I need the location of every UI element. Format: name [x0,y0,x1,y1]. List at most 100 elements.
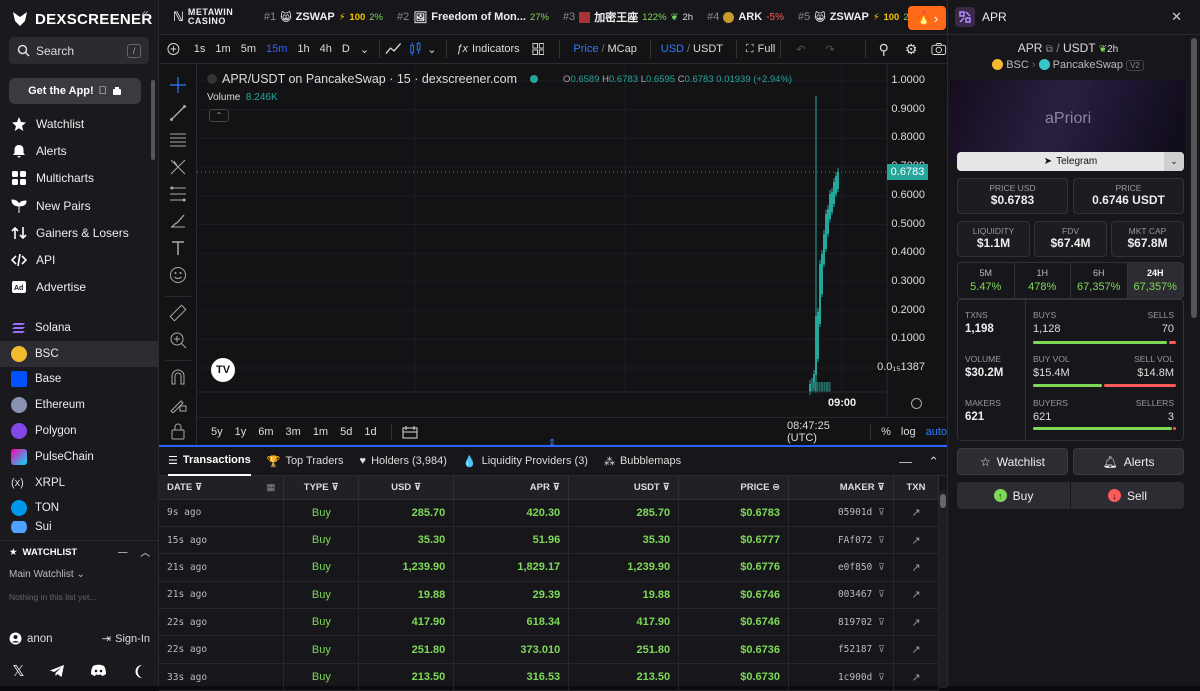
alerts-button[interactable]: 🔔︎ Alerts [1073,448,1184,475]
table-row[interactable]: 9s ago Buy 285.70 420.30 285.70 $0.6783 05901d… [159,499,940,527]
panel-scrollbar[interactable] [1190,36,1198,686]
ticker-item-3[interactable]: #3 加密王座 122% ❦ 2h [556,9,700,25]
external-link-icon[interactable]: ↗ [911,507,920,519]
search-button[interactable]: Search / [9,37,149,64]
chart-canvas[interactable] [197,64,947,417]
chain-sui[interactable]: Sui [0,521,159,534]
filter-icon[interactable]: ⊽ [872,644,885,655]
tab-bubblemaps[interactable]: ⁂ Bubblemaps [604,455,681,468]
cell-value[interactable]: e0f850 [838,562,872,573]
cell-value[interactable]: 05901d [838,507,872,518]
timeframe-d[interactable]: D [337,43,355,55]
get-app-button[interactable]: Get the App!  [9,78,141,104]
cell-value[interactable]: 1c900d [838,672,872,683]
timeframe-1m[interactable]: 1m [210,43,235,55]
filter-icon[interactable]: ⊽ [331,482,339,493]
timeframe-1h[interactable]: 1h [292,43,314,55]
ticker-item-4[interactable]: #4 ARK -5% [700,11,791,23]
trending-button[interactable]: 🔥 › [908,6,946,30]
cell-value[interactable]: FAf072 [838,535,872,546]
external-link-icon[interactable]: ↗ [911,617,920,629]
header-price[interactable]: PRICE ⊜ [678,476,790,500]
telegram-button[interactable]: ➤ Telegram ⌄ [957,152,1184,171]
chart-type-dropdown-icon[interactable]: ⌄ [422,43,441,56]
sidebar-item-multicharts[interactable]: Multicharts [0,165,159,192]
filter-icon[interactable]: ⊽ [872,672,885,683]
emoji-icon[interactable] [169,266,187,284]
chain-name[interactable]: BSC [1006,59,1029,71]
sign-in-button[interactable]: ⇥ Sign-In [102,632,150,646]
range-5y[interactable]: 5y [197,426,223,438]
mcap-toggle[interactable]: MCap [605,43,645,55]
filter-icon[interactable]: ⊽ [414,482,422,493]
chain-ethereum[interactable]: Ethereum [0,392,159,418]
zoom-search-icon[interactable]: ⚲ [871,41,897,58]
watchlist-button[interactable]: ☆ Watchlist [957,448,1068,475]
cell-value[interactable]: 819702 [838,617,872,628]
usdt-toggle[interactable]: USDT [690,43,731,55]
range-3m[interactable]: 3m [274,426,301,438]
timeframe-15m[interactable]: 15m [261,43,292,55]
undo-icon[interactable]: ↶ [786,43,815,56]
price-chart[interactable]: APR/USDT on PancakeSwap · 15 · dexscreen… [197,64,947,445]
collapse-legend-icon[interactable]: ⌃ [209,109,229,122]
external-link-icon[interactable]: ↗ [911,672,920,684]
discord-icon[interactable] [90,664,107,678]
table-scrollbar[interactable] [939,490,947,688]
scroll-thumb[interactable] [1191,38,1197,318]
metawin-ad[interactable]: ℕ METAWIN CASINO [159,8,257,26]
chain-solana[interactable]: Solana [0,315,159,341]
dexscreener-logo[interactable]: DEXSCREENER [10,9,153,29]
lock-icon[interactable] [169,422,187,440]
usd-toggle[interactable]: USD [656,43,687,55]
filter-icon[interactable]: ⊽ [872,617,885,628]
chain-bsc[interactable]: BSC [0,340,159,367]
chain-xrpl[interactable]: (x) XRPL [0,470,159,496]
price-currency-icon[interactable]: ⊜ [772,482,780,493]
x-twitter-icon[interactable]: 𝕏 [12,662,24,680]
lock-drawing-icon[interactable] [169,395,187,413]
sidebar-item-alerts[interactable]: Alerts [0,137,159,164]
period-24h[interactable]: 24H 67,357% [1127,263,1183,298]
main-watchlist-select[interactable]: Main Watchlist ⌄ [0,563,159,586]
table-row[interactable]: 15s ago Buy 35.30 51.96 35.30 $0.6777 FAf072 ⊽… [159,526,940,555]
filter-icon[interactable]: ⊽ [662,482,670,493]
chevrons-up-icon[interactable]: ⌃ [928,454,939,470]
fullscreen-button[interactable]: Full [758,43,776,55]
percent-scale-toggle[interactable]: % [881,426,891,438]
table-row[interactable]: 22s ago Buy 251.80 373.010 251.80 $0.6736 f521… [159,635,940,664]
external-link-icon[interactable]: ↗ [911,562,920,574]
table-row[interactable]: 33s ago Buy 213.50 316.53 213.50 $0.6730 1c900… [159,663,940,691]
table-row[interactable]: 21s ago Buy 1,239.90 1,829.17 1,239.90 $0.677… [159,553,940,582]
timeframe-dropdown-icon[interactable]: ⌄ [355,43,374,56]
layout-grid-icon[interactable] [532,42,545,56]
table-row[interactable]: 22s ago Buy 417.90 618.34 417.90 $0.6746 81970… [159,608,940,637]
tab-transactions[interactable]: ☰ Transactions [168,447,251,476]
filter-icon[interactable]: ⊽ [877,482,885,493]
header-apr[interactable]: APR ⊽ [453,476,570,500]
tab-top-traders[interactable]: 🏆 Top Traders [267,455,344,468]
ruler-icon[interactable] [169,304,187,322]
external-link-icon[interactable]: ↗ [911,589,920,601]
header-usdt[interactable]: USDT ⊽ [568,476,680,500]
collapse-sidebar-icon[interactable]: « [142,6,149,20]
fib-retracement-icon[interactable] [169,185,187,203]
ticker-item-1[interactable]: #1 😸 ZSWAP ⚡ 100 2% [257,11,390,24]
cell-value[interactable]: 003467 [838,589,872,600]
text-icon[interactable] [169,239,187,257]
line-chart-icon[interactable] [385,42,401,56]
sell-button[interactable]: ↓ Sell [1071,482,1184,509]
chain-ton[interactable]: TON [0,496,159,522]
period-6h[interactable]: 6H 67,357% [1071,263,1128,298]
tab-holders[interactable]: ♥ Holders (3,984) [360,455,447,467]
camera-icon[interactable] [931,42,947,56]
add-circle-icon[interactable] [167,42,180,56]
minimize-icon[interactable]: — [899,454,912,470]
log-scale-toggle[interactable]: log [901,426,916,438]
filter-icon[interactable]: ⊽ [872,535,885,546]
range-5d[interactable]: 5d [328,426,352,438]
header-maker[interactable]: MAKER ⊽ [788,476,894,500]
range-1d[interactable]: 1d [352,426,376,438]
trend-line-icon[interactable] [169,104,187,122]
dex-name[interactable]: PancakeSwap [1053,59,1123,71]
